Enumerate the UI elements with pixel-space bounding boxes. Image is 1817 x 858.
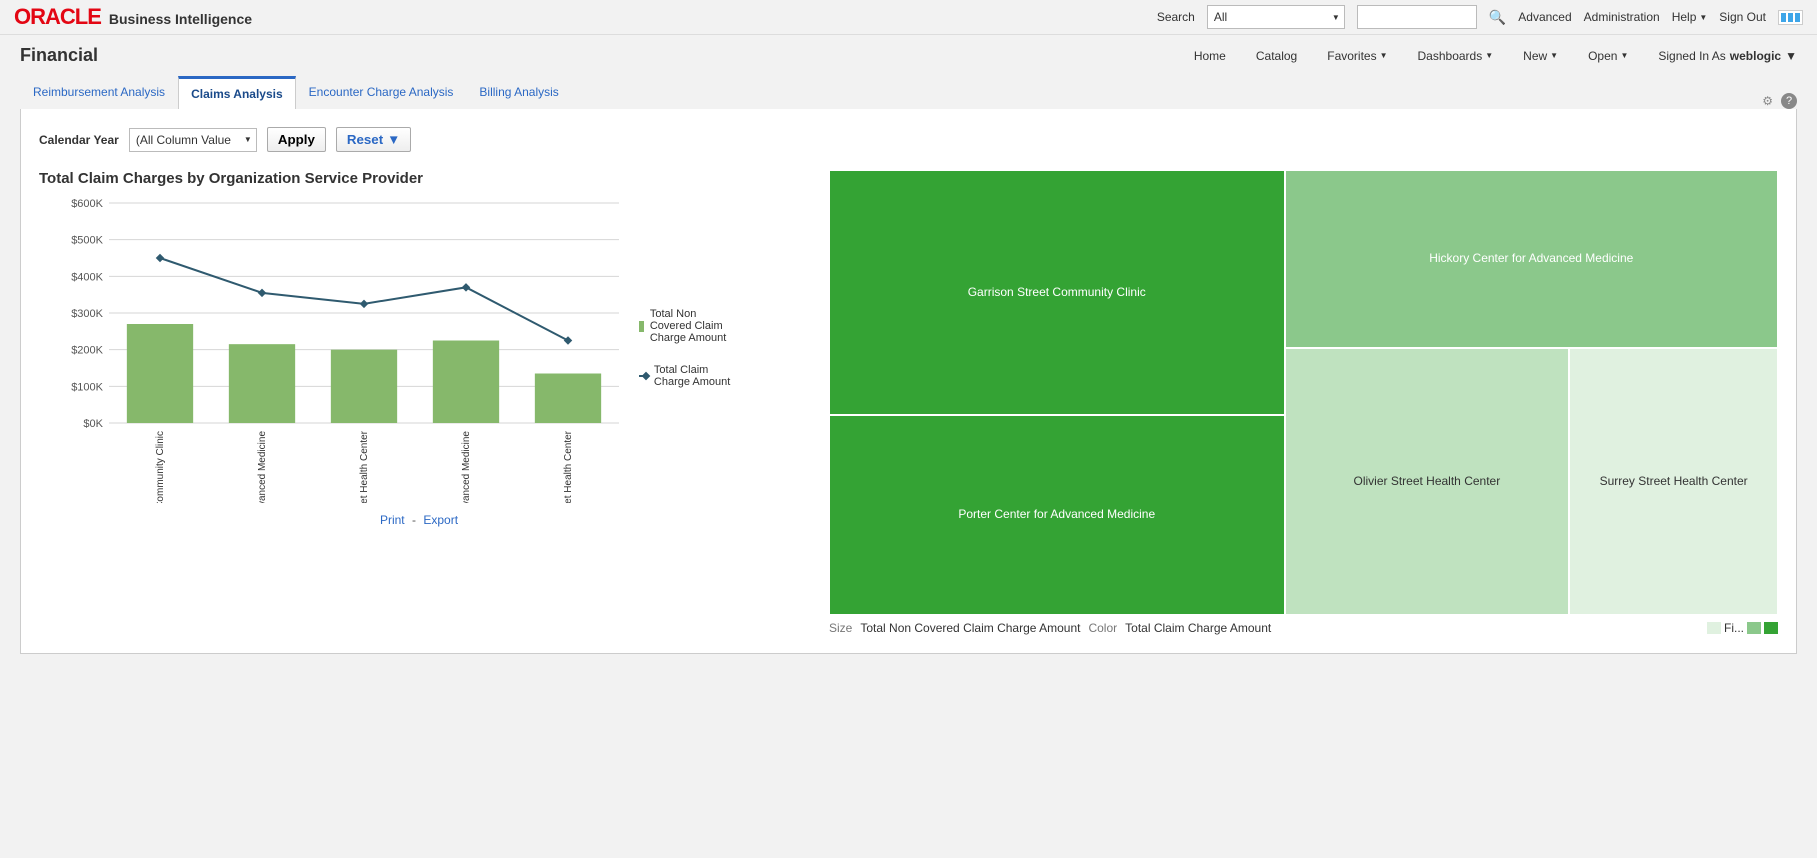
tab-row: Reimbursement AnalysisClaims AnalysisEnc…	[0, 76, 1817, 109]
chart-title: Total Claim Charges by Organization Serv…	[39, 170, 799, 187]
treemap-color-legend: Fi...	[1707, 621, 1778, 635]
filter-bar: Calendar Year (All Column Value Apply Re…	[39, 127, 1778, 152]
svg-text:$400K: $400K	[71, 271, 103, 283]
treemap-legend: Size Total Non Covered Claim Charge Amou…	[829, 621, 1778, 635]
search-label: Search	[1157, 10, 1195, 24]
tab-encounter-charge-analysis[interactable]: Encounter Charge Analysis	[296, 76, 467, 109]
caret-down-icon: ▼	[1785, 49, 1797, 63]
svg-text:$0K: $0K	[83, 418, 103, 430]
menu-open[interactable]: Open ▼	[1588, 49, 1628, 63]
legend-bar: Total Non Covered Claim Charge Amount	[639, 308, 739, 344]
caret-down-icon: ▼	[1699, 13, 1707, 22]
treemap-cell[interactable]: Olivier Street Health Center	[1285, 348, 1570, 615]
tab-claims-analysis[interactable]: Claims Analysis	[178, 76, 296, 109]
color-swatch-mid	[1747, 622, 1761, 634]
advanced-link[interactable]: Advanced	[1518, 10, 1571, 24]
menu-dashboards[interactable]: Dashboards ▼	[1418, 49, 1494, 63]
global-menu: Home Catalog Favorites ▼ Dashboards ▼ Ne…	[1194, 49, 1797, 63]
help-icon[interactable]: ?	[1781, 93, 1797, 109]
content-frame: Calendar Year (All Column Value Apply Re…	[20, 109, 1797, 654]
help-menu[interactable]: Help▼	[1672, 10, 1708, 24]
svg-text:Hickory Center for Advanced Me: Hickory Center for Advanced Medicine	[257, 431, 268, 503]
color-label: Color	[1088, 621, 1117, 635]
tab-tools: ⚙ ?	[1762, 93, 1797, 109]
treemap-cell[interactable]: Hickory Center for Advanced Medicine	[1285, 170, 1778, 348]
size-label: Size	[829, 621, 852, 635]
administration-link[interactable]: Administration	[1584, 10, 1660, 24]
gear-icon[interactable]: ⚙	[1762, 94, 1773, 108]
caret-down-icon: ▼	[1550, 51, 1558, 60]
chart-panel: Total Claim Charges by Organization Serv…	[39, 170, 799, 527]
svg-text:$100K: $100K	[71, 381, 103, 393]
menu-catalog[interactable]: Catalog	[1256, 49, 1297, 63]
caret-down-icon: ▼	[1380, 51, 1388, 60]
svg-text:Garrison Street Community Clin: Garrison Street Community Clinic	[155, 431, 166, 503]
search-scope-select[interactable]: All	[1207, 5, 1345, 29]
svg-text:$500K: $500K	[71, 235, 103, 247]
menu-favorites[interactable]: Favorites ▼	[1327, 49, 1387, 63]
caret-down-icon: ▼	[1485, 51, 1493, 60]
caret-down-icon: ▼	[387, 132, 400, 147]
search-input[interactable]	[1357, 5, 1477, 29]
filter-label: Calendar Year	[39, 133, 119, 147]
chart-legend: Total Non Covered Claim Charge Amount To…	[639, 193, 739, 503]
treemap-cell[interactable]: Garrison Street Community Clinic	[829, 170, 1285, 415]
color-metric: Total Claim Charge Amount	[1125, 621, 1271, 635]
treemap: Garrison Street Community ClinicPorter C…	[829, 170, 1778, 615]
top-header-right: Search All 🔍 Advanced Administration Hel…	[1157, 5, 1803, 29]
signout-link[interactable]: Sign Out	[1719, 10, 1766, 24]
caret-down-icon: ▼	[1620, 51, 1628, 60]
svg-text:$300K: $300K	[71, 308, 103, 320]
brand-name: ORACLE	[14, 4, 101, 30]
svg-text:$600K: $600K	[71, 198, 103, 210]
apps-icon[interactable]	[1778, 10, 1803, 25]
search-icon[interactable]: 🔍	[1489, 9, 1506, 26]
menu-home[interactable]: Home	[1194, 49, 1226, 63]
bar-swatch-icon	[639, 321, 644, 332]
search-scope-value: All	[1214, 10, 1227, 24]
color-swatch-low	[1707, 622, 1721, 634]
svg-text:Porter Center for Advanced Med: Porter Center for Advanced Medicine	[461, 431, 472, 503]
color-swatch-high	[1764, 622, 1778, 634]
brand-logo: ORACLE Business Intelligence	[14, 4, 252, 30]
export-link[interactable]: Export	[423, 513, 458, 527]
svg-text:$200K: $200K	[71, 345, 103, 357]
page-title: Financial	[20, 45, 98, 66]
page-header: Financial Home Catalog Favorites ▼ Dashb…	[0, 35, 1817, 66]
treemap-cell[interactable]: Surrey Street Health Center	[1569, 348, 1778, 615]
signed-in-as[interactable]: Signed In As weblogic ▼	[1658, 49, 1797, 63]
reset-button[interactable]: Reset▼	[336, 127, 412, 152]
svg-text:Surrey Street Health Center: Surrey Street Health Center	[563, 430, 574, 503]
top-header: ORACLE Business Intelligence Search All …	[0, 0, 1817, 35]
legend-line: Total Claim Charge Amount	[639, 364, 739, 388]
tab-reimbursement-analysis[interactable]: Reimbursement Analysis	[20, 76, 178, 109]
line-swatch-icon	[639, 375, 648, 377]
size-metric: Total Non Covered Claim Charge Amount	[860, 621, 1080, 635]
calendar-year-select[interactable]: (All Column Value	[129, 128, 257, 152]
treemap-cell[interactable]: Porter Center for Advanced Medicine	[829, 415, 1285, 615]
footer-links: Print - Export	[39, 513, 799, 527]
tab-billing-analysis[interactable]: Billing Analysis	[466, 76, 571, 109]
brand-suffix: Business Intelligence	[109, 11, 252, 27]
claims-chart: $0K $100K $200K $300K $400K $500K $600K Garriso…	[39, 193, 629, 503]
treemap-panel: Garrison Street Community ClinicPorter C…	[829, 170, 1778, 635]
menu-new[interactable]: New ▼	[1523, 49, 1558, 63]
print-link[interactable]: Print	[380, 513, 405, 527]
tabs: Reimbursement AnalysisClaims AnalysisEnc…	[20, 76, 572, 109]
apply-button[interactable]: Apply	[267, 127, 326, 152]
svg-text:Olivier Street Health Center: Olivier Street Health Center	[359, 430, 370, 503]
